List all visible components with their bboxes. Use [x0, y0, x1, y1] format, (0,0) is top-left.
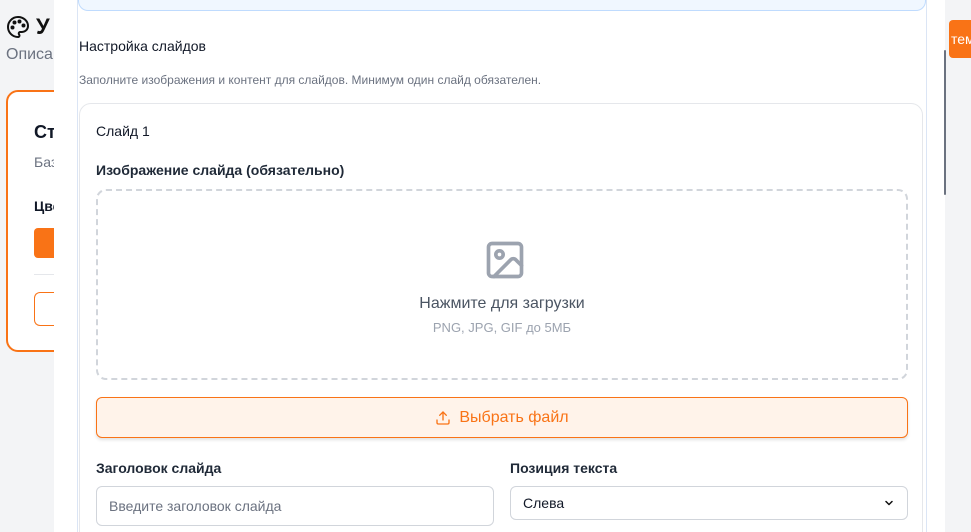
upload-icon	[436, 410, 451, 425]
card-title: Ст	[34, 122, 56, 142]
page-subtitle: Описа	[6, 46, 53, 63]
modal-scrollbar[interactable]	[944, 50, 946, 195]
image-dropzone[interactable]: Нажмите для загрузки PNG, JPG, GIF до 5М…	[96, 189, 908, 380]
theme-button-label: тем	[951, 31, 971, 47]
section-description: Заполните изображения и контент для слай…	[79, 73, 542, 87]
page-title-row: У	[6, 14, 50, 40]
slide-title: Слайд 1	[96, 123, 150, 139]
text-position-value: Слева	[523, 495, 565, 511]
dropzone-hint: PNG, JPG, GIF до 5МБ	[432, 320, 572, 335]
image-icon	[486, 241, 524, 279]
text-position-label: Позиция текста	[510, 460, 618, 476]
text-position-select[interactable]: Слева	[510, 486, 908, 520]
chevron-down-icon	[885, 500, 893, 506]
info-box	[78, 0, 926, 11]
dropzone-title: Нажмите для загрузки	[419, 295, 585, 312]
palette-icon	[7, 15, 29, 38]
theme-button[interactable]: тем	[949, 20, 971, 58]
section-title: Настройка слайдов	[79, 38, 206, 54]
page-title: У	[36, 14, 50, 39]
slide-heading-label: Заголовок слайда	[96, 460, 222, 476]
choose-file-label: Выбрать файл	[459, 408, 569, 426]
slide-image-label: Изображение слайда (обязательно)	[96, 162, 345, 178]
slide-heading-input[interactable]	[96, 486, 494, 526]
choose-file-button[interactable]: Выбрать файл	[96, 397, 908, 438]
slides-modal: Настройка слайдов Заполните изображения …	[54, 0, 945, 532]
slide-card: Слайд 1 Изображение слайда (обязательно)…	[79, 103, 923, 532]
